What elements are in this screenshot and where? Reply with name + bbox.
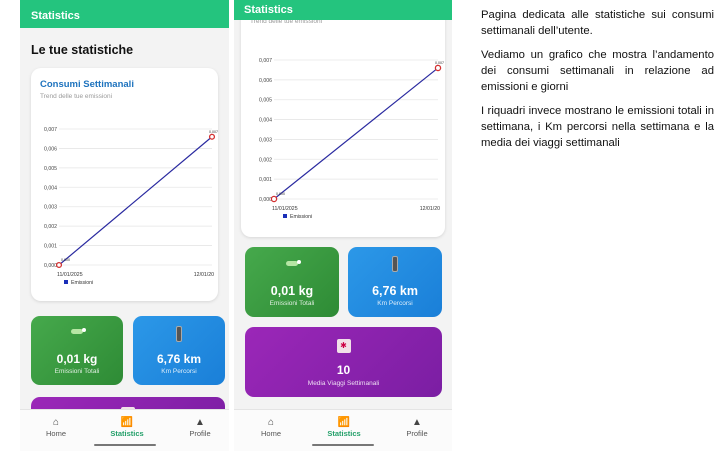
nav-home[interactable]: ⌂ Home (26, 416, 86, 438)
x-tick-label: 12/01/20 (194, 272, 214, 278)
trips-value: 10 (336, 363, 351, 377)
emissions-total-tile[interactable]: 0,01 kg Emissioni Totali (245, 247, 339, 317)
page-title: Le tue statistiche (31, 43, 134, 57)
x-tick-label: 11/01/2025 (57, 272, 83, 278)
phone-screen-left: Statistics Le tue statistiche Consumi Se… (20, 0, 229, 451)
data-label: 0,007 (435, 61, 444, 65)
y-tick-label: 0,006 (259, 78, 272, 84)
nav-statistics[interactable]: 📶 Statistics (97, 416, 157, 438)
nav-profile[interactable]: ▲ Profile (170, 416, 229, 438)
y-tick-label: 0,005 (44, 166, 57, 172)
nav-statistics[interactable]: 📶 Statistics (314, 416, 374, 438)
y-tick-label: 0,000 (44, 263, 57, 269)
km-label: Km Percorsi (377, 300, 413, 307)
trips-label: Media Viaggi Settimanali (307, 380, 380, 387)
data-point (208, 133, 216, 140)
emissions-total-tile[interactable]: 0,01 kg Emissioni Totali (31, 316, 123, 385)
x-tick-label: 11/01/2025 (272, 206, 298, 212)
y-tick-label: 0,002 (259, 157, 272, 163)
gesture-bar (93, 444, 156, 446)
leaf-icon (286, 260, 301, 266)
x-tick-label: 12/01/20 (420, 206, 440, 212)
y-tick-label: 0,006 (44, 146, 57, 152)
data-label: 0,000 (276, 192, 285, 196)
km-value: 6,76 km (156, 352, 202, 366)
legend-swatch (64, 280, 68, 284)
emissions-line-chart: 0,000 0,001 0,002 0,003 0,004 0,005 0,006 0,007… (44, 127, 218, 286)
calendar-icon: ✱ (336, 339, 351, 353)
y-tick-label: 0,002 (44, 224, 57, 230)
description-paragraph-3: I riquadri invece mostrano le emissioni … (481, 105, 714, 149)
data-point (270, 195, 278, 203)
trips-tile[interactable]: ✱ 10 Media Viaggi Settimanali (245, 327, 442, 397)
emissions-total-label: Emissioni Totali (54, 368, 100, 375)
data-point (55, 261, 63, 269)
nav-home-label: Home (260, 429, 281, 438)
y-tick-label: 0,003 (44, 205, 57, 211)
home-icon: ⌂ (267, 417, 275, 428)
data-label: 0,000 (61, 258, 70, 262)
nav-profile-label: Profile (406, 429, 428, 438)
y-tick-label: 0,001 (44, 244, 57, 250)
nav-statistics-label: Statistics (327, 429, 361, 438)
description-text: Pagina dedicata alle statistiche sui con… (481, 7, 714, 159)
phone-screen-right: Trend delle tue emissioni 0,000 0,001 0,00… (234, 0, 452, 451)
bottom-nav: ⌂ Home 📶 Statistics ▲ Profile (234, 409, 452, 451)
km-value: 6,76 km (372, 284, 418, 298)
data-point (434, 64, 442, 72)
weekly-consumption-card-scrolled: Trend delle tue emissioni 0,000 0,001 0,00… (241, 0, 445, 237)
y-tick-label: 0,007 (44, 127, 57, 133)
nav-profile[interactable]: ▲ Profile (387, 416, 447, 438)
y-tick-label: 0,007 (259, 58, 272, 64)
bar-chart-icon: 📶 (337, 417, 351, 428)
bottom-nav: ⌂ Home 📶 Statistics ▲ Profile (20, 409, 229, 451)
gesture-bar (312, 444, 374, 446)
data-label: 0,007 (209, 130, 218, 134)
y-tick-label: 0,005 (259, 98, 272, 104)
nav-statistics-label: Statistics (110, 429, 144, 438)
emissions-line-chart: 0,000 0,001 0,002 0,003 0,004 0,005 0,006 0,007… (259, 58, 444, 220)
app-bar: Statistics (20, 0, 229, 28)
y-tick-label: 0,004 (259, 118, 272, 124)
legend-label: Emissioni (71, 280, 93, 286)
app-bar-title: Statistics (244, 4, 293, 16)
nav-home-label: Home (45, 429, 66, 438)
km-tile[interactable]: 6,76 km Km Percorsi (133, 316, 225, 385)
legend-swatch (283, 214, 287, 218)
leaf-icon (71, 328, 86, 334)
km-tile[interactable]: 6,76 km Km Percorsi (348, 247, 442, 317)
emissions-total-value: 0,01 kg (270, 284, 314, 298)
km-label: Km Percorsi (161, 368, 197, 375)
nav-home[interactable]: ⌂ Home (241, 416, 301, 438)
description-paragraph-1: Pagina dedicata alle statistiche sui con… (481, 9, 714, 37)
legend-label: Emissioni (290, 214, 312, 220)
y-tick-label: 0,004 (44, 185, 57, 191)
nav-profile-label: Profile (189, 429, 211, 438)
person-icon: ▲ (412, 417, 422, 428)
bar-chart-icon: 📶 (120, 417, 134, 428)
person-icon: ▲ (195, 417, 205, 428)
emissions-total-value: 0,01 kg (56, 352, 98, 366)
description-paragraph-2: Vediamo un grafico che mostra l’andament… (481, 49, 714, 93)
y-tick-label: 0,003 (259, 137, 272, 143)
app-bar: Statistics (234, 0, 452, 20)
app-bar-title: Statistics (31, 10, 80, 22)
weekly-consumption-card: Consumi Settimanali Trend delle tue emis… (31, 68, 218, 301)
road-icon (392, 256, 398, 272)
emissions-total-label: Emissioni Totali (269, 300, 315, 307)
y-tick-label: 0,001 (259, 177, 272, 183)
road-icon (176, 326, 182, 342)
home-icon: ⌂ (52, 417, 60, 428)
y-tick-label: 0,000 (259, 197, 272, 203)
